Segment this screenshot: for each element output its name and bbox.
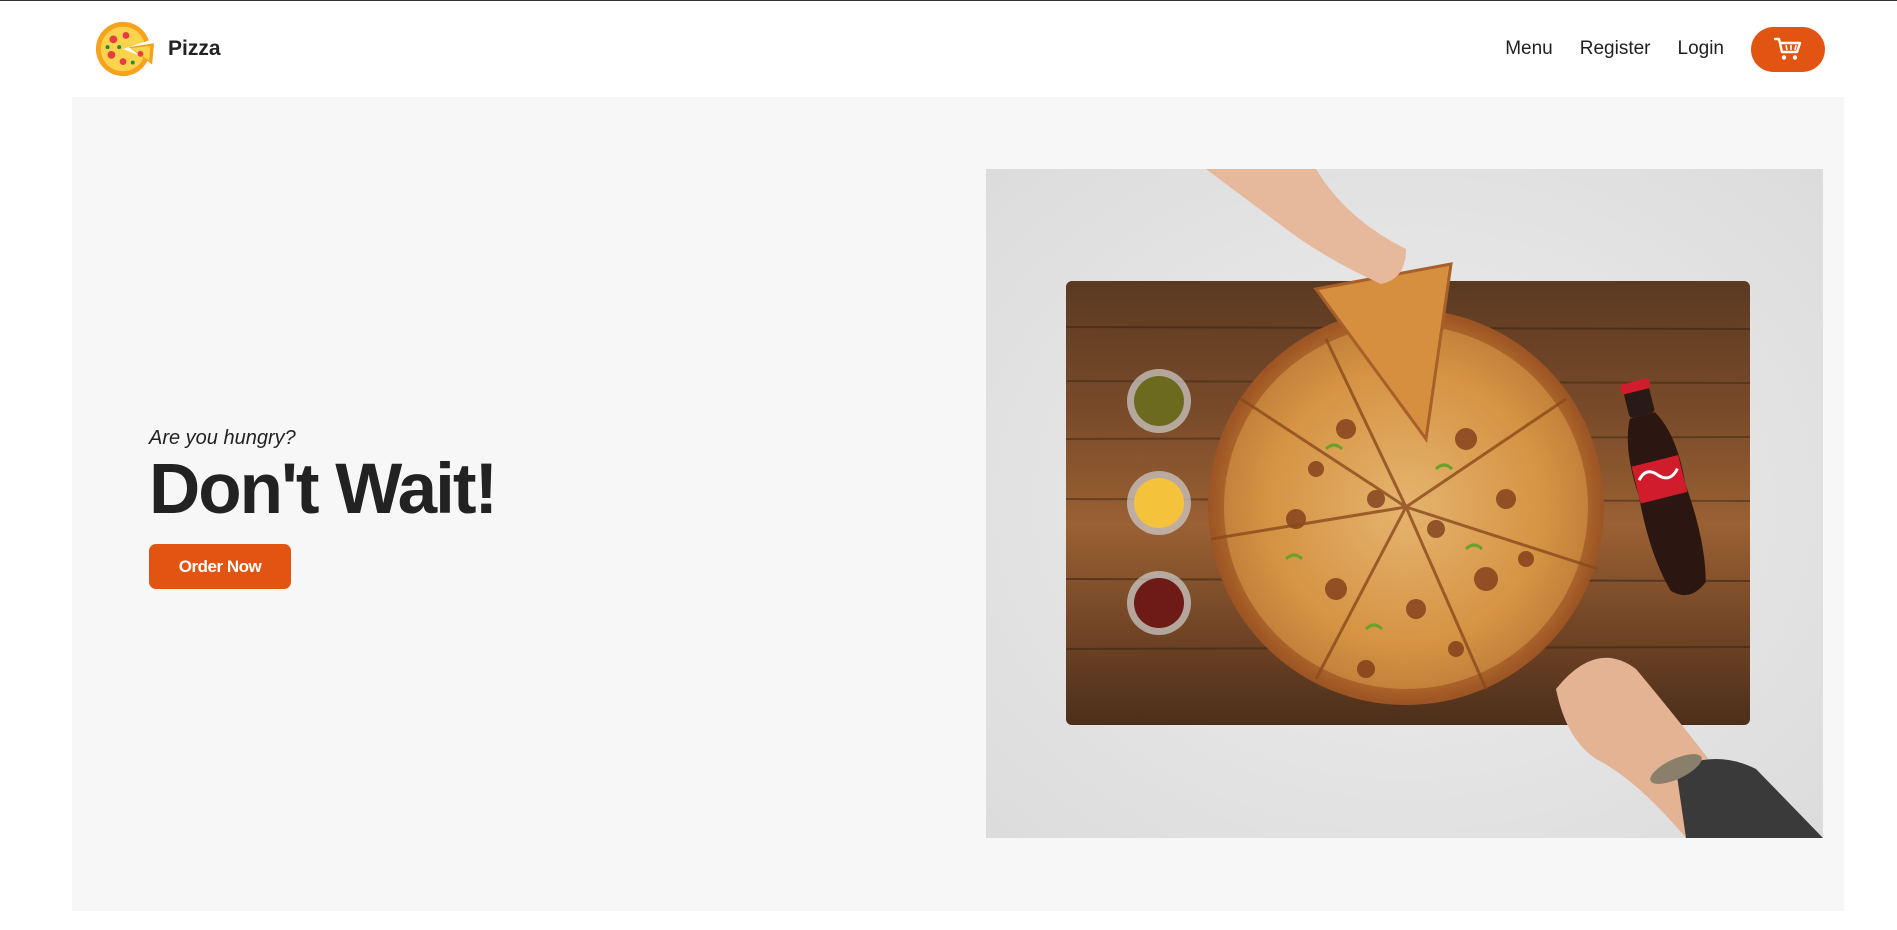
brand-name: Pizza <box>168 37 221 60</box>
pizza-table-photo <box>986 169 1823 838</box>
main-nav: Menu Register Login <box>1505 26 1825 72</box>
cart-button[interactable] <box>1751 26 1825 72</box>
order-now-button[interactable]: Order Now <box>149 544 291 589</box>
hero-text: Are you hungry? Don't Wait! Order Now <box>149 427 498 589</box>
navbar: Pizza Menu Register Login <box>0 1 1897 97</box>
brand-link[interactable]: Pizza <box>94 18 221 80</box>
page: Pizza Menu Register Login Are you hungry… <box>0 0 1897 930</box>
hero-headline: Don't Wait! <box>149 450 498 529</box>
hero-section: Are you hungry? Don't Wait! Order Now <box>72 97 1844 911</box>
hero-subtitle: Are you hungry? <box>149 427 296 449</box>
nav-menu-link[interactable]: Menu <box>1505 38 1553 60</box>
nav-register-link[interactable]: Register <box>1580 38 1651 60</box>
pizza-logo-icon <box>95 21 155 77</box>
nav-login-link[interactable]: Login <box>1678 38 1725 60</box>
shopping-cart-icon <box>1773 37 1802 60</box>
